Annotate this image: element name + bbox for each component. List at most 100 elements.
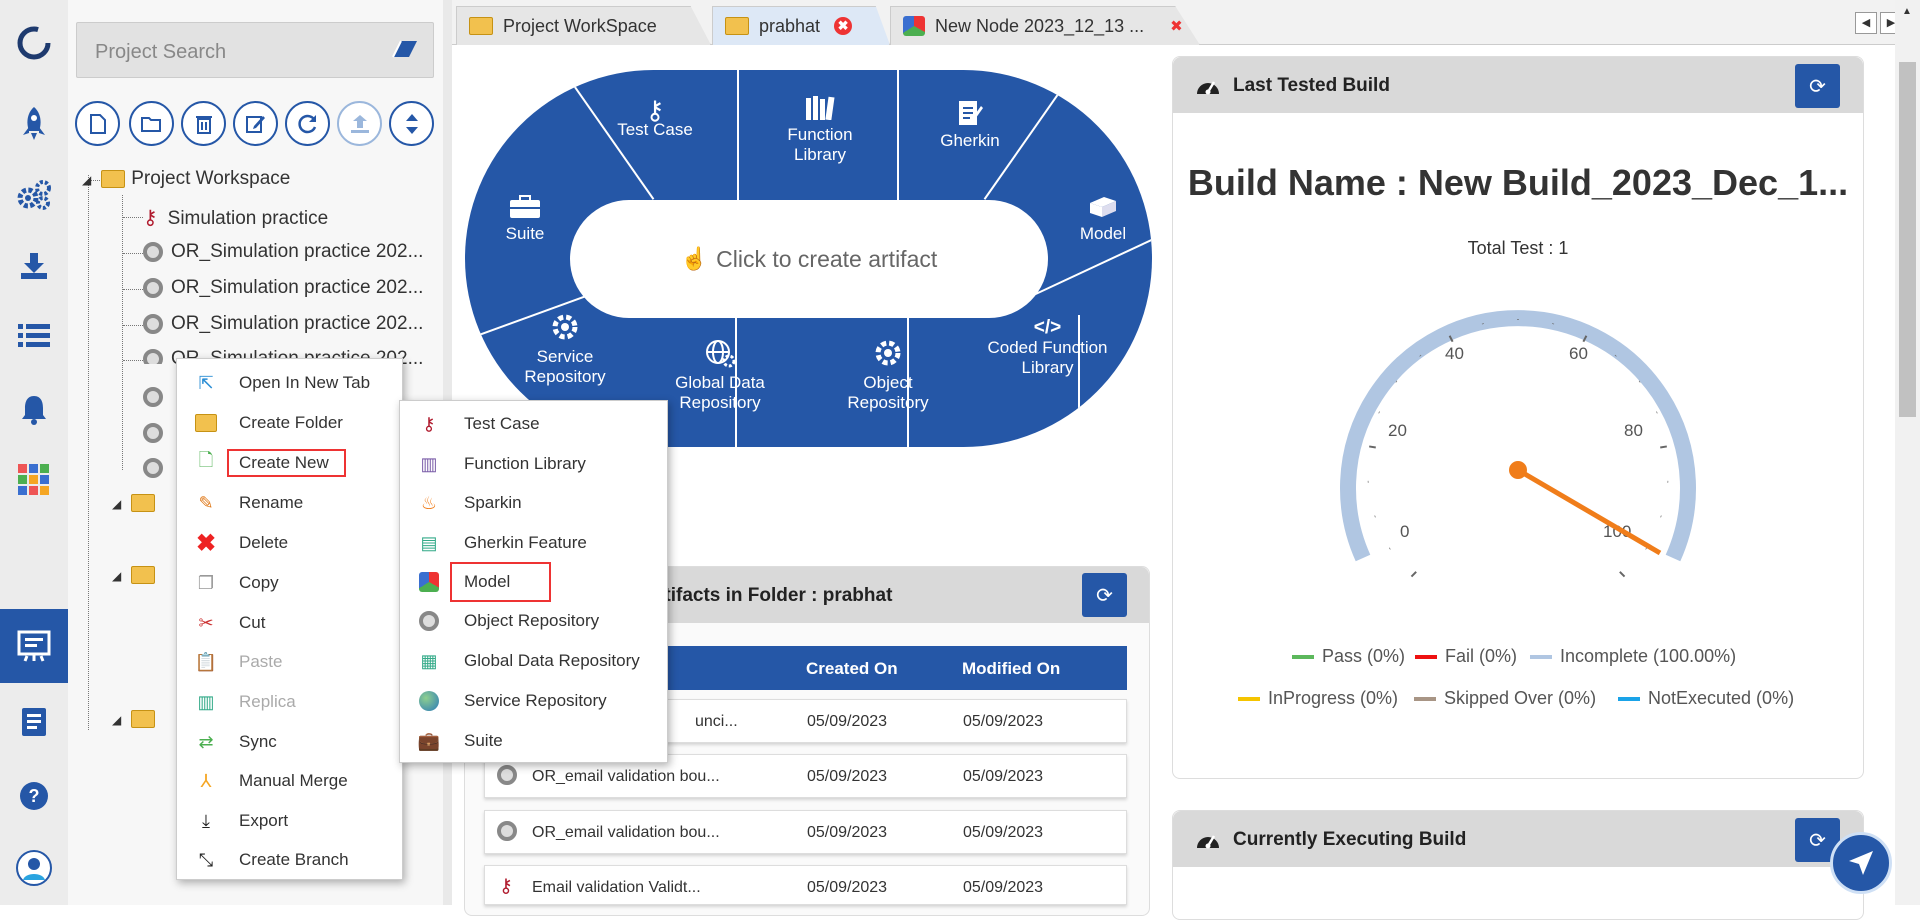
menu-export[interactable]: ⤓Export [177, 801, 402, 841]
menu-paste[interactable]: 📋Paste [177, 642, 402, 682]
scroll-up-icon[interactable]: ▲ [1898, 6, 1916, 20]
tree-folder[interactable]: ◢ [112, 564, 161, 586]
settings-gears-icon[interactable] [0, 167, 68, 223]
legend-notexecuted[interactable]: NotExecuted (0%) [1618, 688, 1794, 709]
tab-scroll-left-icon[interactable]: ◀ [1855, 12, 1877, 34]
upload-button[interactable] [337, 101, 382, 146]
list-icon[interactable] [0, 308, 68, 364]
project-explorer-icon[interactable] [0, 609, 68, 683]
replica-icon: ▥ [195, 691, 217, 713]
help-icon[interactable]: ? [0, 768, 68, 824]
wheel-global-data-repository[interactable]: Global Data Repository [655, 338, 785, 413]
edit-button[interactable] [233, 101, 278, 146]
menu-sync[interactable]: ⇄Sync [177, 722, 402, 762]
wheel-function-library[interactable]: Function Library [760, 96, 880, 165]
wheel-object-repository[interactable]: Object Repository [828, 338, 948, 413]
legend-skipped[interactable]: Skipped Over (0%) [1414, 688, 1596, 709]
tab-new-node[interactable]: New Node 2023_12_13 ...✖ [890, 6, 1200, 45]
wheel-label: Test Case [600, 120, 710, 140]
menu-manual-merge[interactable]: ⅄Manual Merge [177, 761, 402, 801]
table-row[interactable]: OR_email validation bou... 05/09/2023 05… [484, 810, 1127, 854]
legend-inprogress[interactable]: InProgress (0%) [1238, 688, 1398, 709]
refresh-last-build-button[interactable]: ⟳ [1795, 64, 1840, 108]
vertical-scrollbar[interactable]: ▲ [1895, 0, 1920, 905]
gear-icon [418, 610, 440, 632]
legend-fail[interactable]: Fail (0%) [1415, 646, 1517, 667]
tree-folder[interactable]: ◢ [112, 492, 161, 514]
menu-cut[interactable]: ✂Cut [177, 603, 402, 643]
wheel-gherkin[interactable]: Gherkin [920, 98, 1020, 151]
menu-rename[interactable]: ✎Rename [177, 483, 402, 523]
menu-copy[interactable]: ❐Copy [177, 563, 402, 603]
close-tab-icon[interactable]: ✖ [834, 17, 852, 35]
report-book-icon[interactable] [0, 694, 68, 750]
menu-create-branch[interactable]: ⤡Create Branch [177, 840, 402, 880]
tree-item[interactable]: OR_Simulation practice 202... [143, 277, 423, 299]
apps-grid-icon[interactable] [0, 452, 68, 508]
legend-incomplete[interactable]: Incomplete (100.00%) [1530, 646, 1736, 667]
menu-create-folder[interactable]: Create Folder [177, 403, 402, 443]
submenu-suite[interactable]: 💼Suite [400, 721, 667, 761]
delete-button[interactable] [181, 101, 226, 146]
collapse-toggle-icon[interactable]: ◢ [112, 569, 121, 583]
submenu-test-case[interactable]: ⚷ Test Case [400, 404, 667, 444]
collapse-toggle-icon[interactable]: ◢ [112, 497, 121, 511]
airplane-fab-icon[interactable] [1830, 832, 1892, 894]
app-logo[interactable] [0, 15, 68, 71]
tree-item[interactable]: OR_Simulation practice 202... [143, 241, 423, 263]
bell-icon[interactable] [0, 381, 68, 437]
submenu-service-repository[interactable]: Service Repository [400, 681, 667, 721]
refresh-artifacts-button[interactable]: ⟳ [1082, 573, 1127, 617]
tree-item[interactable]: ⚷Simulation practice [143, 205, 328, 230]
scrollbar-thumb[interactable] [1899, 62, 1916, 417]
tree-folder[interactable]: ◢ [112, 708, 161, 730]
tree-item-label: OR_Simulation practice 202... [171, 241, 423, 262]
close-tab-icon[interactable]: ✖ [1170, 17, 1183, 35]
tree-item-partial[interactable] [143, 386, 171, 408]
tab-project-workspace[interactable]: Project WorkSpace [456, 6, 711, 45]
submenu-sparkin[interactable]: ♨Sparkin [400, 483, 667, 523]
menu-delete[interactable]: ✖Delete [177, 523, 402, 563]
globe-icon [418, 690, 440, 712]
wheel-model[interactable]: Model [1065, 195, 1141, 244]
tab-prabhat[interactable]: prabhat✖ [712, 6, 890, 45]
gauge-tick [1411, 572, 1416, 577]
wheel-suite[interactable]: Suite [490, 195, 560, 244]
tree-item-partial[interactable] [143, 422, 171, 444]
collapse-toggle-icon[interactable]: ◢ [112, 713, 121, 727]
open-folder-button[interactable] [129, 101, 174, 146]
project-search-input[interactable]: Project Search [76, 22, 434, 78]
menu-label: Test Case [464, 414, 540, 434]
clipboard-icon [920, 98, 1020, 131]
wheel-service-repository[interactable]: Service Repository [505, 312, 625, 387]
new-file-button[interactable] [75, 101, 120, 146]
tree-root-label: Project Workspace [131, 168, 290, 189]
key-icon: ⚷ [418, 413, 440, 435]
rocket-icon[interactable] [0, 95, 68, 151]
collapse-toggle-icon[interactable]: ◢ [82, 173, 91, 187]
submenu-function-library[interactable]: ▥Function Library [400, 444, 667, 484]
wheel-coded-function-library[interactable]: </> Coded Function Library [980, 318, 1115, 378]
submenu-gherkin-feature[interactable]: ▤Gherkin Feature [400, 523, 667, 563]
tree-item[interactable]: OR_Simulation practice 202... [143, 313, 423, 335]
download-icon[interactable] [0, 238, 68, 294]
tree-root[interactable]: ◢ Project Workspace [82, 168, 290, 190]
legend-pass[interactable]: Pass (0%) [1292, 646, 1405, 667]
folder-icon [101, 170, 125, 188]
wheel-test-case[interactable]: ⚷ Test Case [600, 100, 710, 140]
submenu-object-repository[interactable]: Object Repository [400, 601, 667, 641]
tree-item-label: Simulation practice [168, 208, 329, 229]
table-row[interactable]: ⚷ Email validation Validt... 05/09/2023 … [484, 865, 1127, 905]
rename-icon: ✎ [195, 492, 217, 514]
menu-replica[interactable]: ▥Replica [177, 682, 402, 722]
tree-item-partial[interactable] [143, 457, 171, 479]
refresh-tree-button[interactable] [285, 101, 330, 146]
submenu-global-data-repository[interactable]: ▦Global Data Repository [400, 641, 667, 681]
menu-open-new-tab[interactable]: ⇱Open In New Tab [177, 363, 402, 403]
gauge-tick-label: 40 [1445, 344, 1464, 363]
eraser-icon[interactable] [391, 39, 419, 65]
user-avatar[interactable] [0, 840, 68, 896]
create-artifact-center[interactable]: ☝Click to create artifact [570, 200, 1048, 318]
expand-collapse-button[interactable] [389, 101, 434, 146]
row-created: 05/09/2023 [807, 713, 887, 731]
